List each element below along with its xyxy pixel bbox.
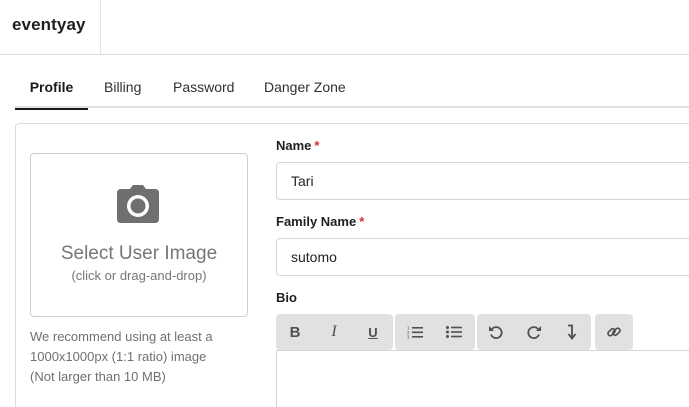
recommendation-line: We recommend using at least a [30, 329, 213, 344]
bio-editor[interactable] [276, 350, 689, 407]
brand-logo[interactable]: eventyay [0, 0, 101, 54]
family-name-label-text: Family Name [276, 214, 357, 229]
required-marker: * [314, 138, 320, 153]
image-recommendation: We recommend using at least a 1000x1000p… [30, 327, 245, 387]
top-navbar: eventyay [0, 0, 689, 55]
ordered-list-icon: 1 2 3 [407, 326, 423, 340]
ordered-list-button[interactable]: 1 2 3 [396, 314, 434, 350]
name-label-text: Name [276, 138, 312, 153]
italic-button[interactable]: I [315, 314, 353, 350]
family-name-input[interactable] [276, 238, 689, 276]
camera-icon [117, 185, 159, 223]
link-icon [607, 327, 621, 337]
redo-icon [527, 326, 541, 339]
tab-profile[interactable]: Profile [15, 71, 88, 110]
italic-icon: I [331, 323, 337, 340]
line-break-button[interactable] [553, 314, 591, 350]
recommendation-line: 1000x1000px (1:1 ratio) image [30, 349, 207, 364]
brand-name[interactable]: eventyay [12, 15, 86, 35]
family-name-label: Family Name * [276, 214, 364, 229]
unordered-list-icon [446, 326, 462, 338]
dropzone-title: Select User Image [60, 243, 218, 264]
bio-label-text: Bio [276, 290, 297, 305]
redo-button[interactable] [515, 314, 553, 350]
bold-icon: B [289, 323, 301, 341]
required-marker: * [359, 214, 365, 229]
text-format-group: B I U [276, 314, 393, 350]
tab-password[interactable]: Password [173, 71, 234, 108]
list-group: 1 2 3 [395, 314, 475, 350]
history-group [477, 314, 591, 350]
svg-text:3: 3 [407, 335, 410, 340]
tab-danger-zone[interactable]: Danger Zone [264, 71, 346, 108]
underline-icon: U [368, 324, 378, 340]
tab-billing[interactable]: Billing [104, 71, 141, 108]
undo-button[interactable] [477, 314, 515, 350]
user-image-dropzone[interactable]: Select User Image (click or drag-and-dro… [30, 153, 248, 317]
name-input[interactable] [276, 162, 689, 200]
name-label: Name * [276, 138, 319, 153]
bold-button[interactable]: B [276, 314, 314, 350]
bio-label: Bio [276, 290, 297, 305]
unordered-list-button[interactable] [435, 314, 473, 350]
underline-button[interactable]: U [354, 314, 392, 350]
line-break-icon [567, 324, 577, 340]
undo-icon [489, 326, 503, 339]
settings-tabs: Profile Billing Password Danger Zone [15, 71, 689, 110]
link-button[interactable] [595, 314, 633, 350]
recommendation-line: (Not larger than 10 MB) [30, 369, 166, 384]
dropzone-subtitle: (click or drag-and-drop) [71, 268, 207, 283]
link-group [595, 314, 633, 350]
